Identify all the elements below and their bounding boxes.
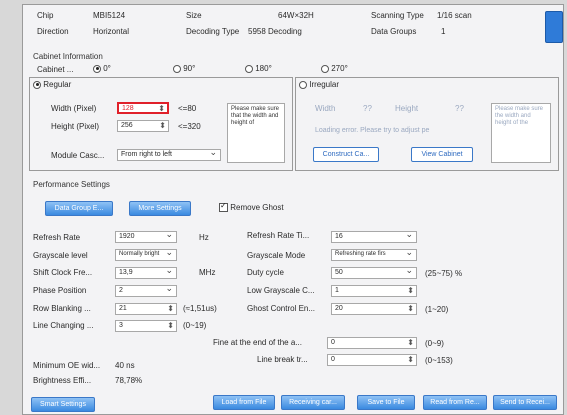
fine-end-label: Fine at the end of the a... — [213, 338, 302, 347]
duty-cycle-label: Duty cycle — [247, 268, 284, 277]
height-input[interactable]: 256 — [117, 120, 169, 132]
fine-end-input[interactable]: 0 — [327, 337, 417, 349]
module-cascade-select[interactable]: From right to left — [117, 149, 221, 161]
module-cascade-label: Module Casc... — [51, 151, 105, 160]
read-from-receiver-button[interactable]: Read from Re... — [423, 395, 487, 410]
min-oe-label: Minimum OE wid... — [33, 361, 101, 370]
size-label: Size — [186, 11, 202, 20]
irregular-note: Please make sure the width and height of… — [491, 103, 551, 163]
shift-clock-unit: MHz — [199, 268, 216, 277]
screen-config-panel: Chip MBI5124 Size 64W×32H Scanning Type … — [22, 4, 564, 415]
data-groups-label: Data Groups — [371, 27, 417, 36]
size-value: 64W×32H — [278, 11, 314, 20]
direction-label: Direction — [37, 27, 69, 36]
grayscale-mode-label: Grayscale Mode — [247, 251, 306, 260]
min-oe-value: 40 ns — [115, 361, 135, 370]
refresh-rate-ti-label: Refresh Rate Ti... — [247, 231, 310, 240]
row-blanking-unit: (≈1,51us) — [183, 304, 217, 313]
row-blanking-label: Row Blanking ... — [33, 304, 91, 313]
decoding-type-label: Decoding Type — [186, 27, 240, 36]
refresh-rate-ti-select[interactable]: 16 — [331, 231, 417, 243]
receiving-card-button[interactable]: Receiving car... — [281, 395, 345, 410]
shift-clock-select[interactable]: 13,9 — [115, 267, 177, 279]
chip-value: MBI5124 — [93, 11, 126, 20]
grayscale-level-label: Grayscale level — [33, 251, 88, 260]
brightness-value: 78,78% — [115, 376, 143, 385]
line-changing-unit: (0~19) — [183, 321, 207, 330]
height-limit: <=320 — [178, 122, 201, 131]
grayscale-level-select[interactable]: Normally bright — [115, 249, 177, 261]
scan-type-value: 1/16 scan — [437, 11, 472, 20]
refresh-rate-select[interactable]: 1920 — [115, 231, 177, 243]
low-grayscale-label: Low Grayscale C... — [247, 286, 315, 295]
duty-cycle-unit: (25~75) % — [425, 269, 463, 278]
rotation-90-radio[interactable]: 90° — [173, 64, 195, 73]
view-cabinet-button[interactable]: View Cabinet — [411, 147, 473, 162]
shift-clock-label: Shift Clock Fre... — [33, 268, 93, 277]
phase-position-label: Phase Position — [33, 286, 87, 295]
phase-position-select[interactable]: 2 — [115, 285, 177, 297]
remove-ghost-checkbox[interactable]: Remove Ghost — [219, 201, 284, 213]
fine-end-unit: (0~9) — [425, 339, 444, 348]
line-break-label: Line break tr... — [257, 355, 308, 364]
refresh-rate-unit: Hz — [199, 233, 209, 242]
save-to-file-button[interactable]: Save to File — [357, 395, 415, 410]
irregular-width-label: Width — [315, 104, 336, 113]
irregular-width-value: ?? — [363, 104, 372, 113]
irregular-radio[interactable]: Irregular — [299, 80, 339, 89]
refresh-rate-label: Refresh Rate — [33, 233, 81, 242]
width-input[interactable]: 128 — [117, 102, 169, 114]
data-groups-value: 1 — [441, 27, 446, 36]
chip-label: Chip — [37, 11, 54, 20]
width-limit: <=80 — [178, 104, 197, 113]
grayscale-mode-select[interactable]: Refreshing rate firs — [331, 249, 417, 261]
line-changing-input[interactable]: 3 — [115, 320, 177, 332]
construct-cabinet-button[interactable]: Construct Ca... — [313, 147, 379, 162]
line-break-input[interactable]: 0 — [327, 354, 417, 366]
cabinet-rotation-label: Cabinet ... — [37, 65, 74, 74]
line-break-unit: (0~153) — [425, 356, 453, 365]
side-blue-button[interactable] — [545, 11, 563, 43]
send-to-receiver-button[interactable]: Send to Recei... — [493, 395, 557, 410]
decoding-type-value: 5958 Decoding — [248, 27, 302, 36]
cabinet-info-title: Cabinet Information — [33, 52, 103, 61]
height-label: Height (Pixel) — [51, 122, 100, 131]
width-label: Width (Pixel) — [51, 104, 97, 113]
regular-note: Please make sure that the width and heig… — [227, 103, 285, 163]
smart-settings-button[interactable]: Smart Settings — [31, 397, 95, 412]
line-changing-label: Line Changing ... — [33, 321, 94, 330]
rotation-270-radio[interactable]: 270° — [321, 64, 348, 73]
brightness-label: Brightness Effi... — [33, 376, 92, 385]
more-settings-button[interactable]: More Settings — [129, 201, 191, 216]
row-blanking-input[interactable]: 21 — [115, 303, 177, 315]
performance-title: Performance Settings — [33, 180, 110, 189]
regular-radio[interactable]: Regular — [33, 80, 71, 89]
duty-cycle-select[interactable]: 50 — [331, 267, 417, 279]
data-group-button[interactable]: Data Group E... — [45, 201, 113, 216]
scan-type-label: Scanning Type — [371, 11, 424, 20]
irregular-height-label: Height — [395, 104, 419, 113]
ghost-control-input[interactable]: 20 — [331, 303, 417, 315]
direction-value: Horizontal — [93, 27, 130, 36]
ghost-control-unit: (1~20) — [425, 305, 449, 314]
irregular-error-text: Loading error. Please try to adjust pe — [315, 127, 430, 134]
rotation-0-radio[interactable]: 0° — [93, 64, 111, 73]
rotation-180-radio[interactable]: 180° — [245, 64, 272, 73]
irregular-height-value: ?? — [455, 104, 464, 113]
ghost-control-label: Ghost Control En... — [247, 304, 316, 313]
load-from-file-button[interactable]: Load from File — [213, 395, 275, 410]
low-grayscale-input[interactable]: 1 — [331, 285, 417, 297]
